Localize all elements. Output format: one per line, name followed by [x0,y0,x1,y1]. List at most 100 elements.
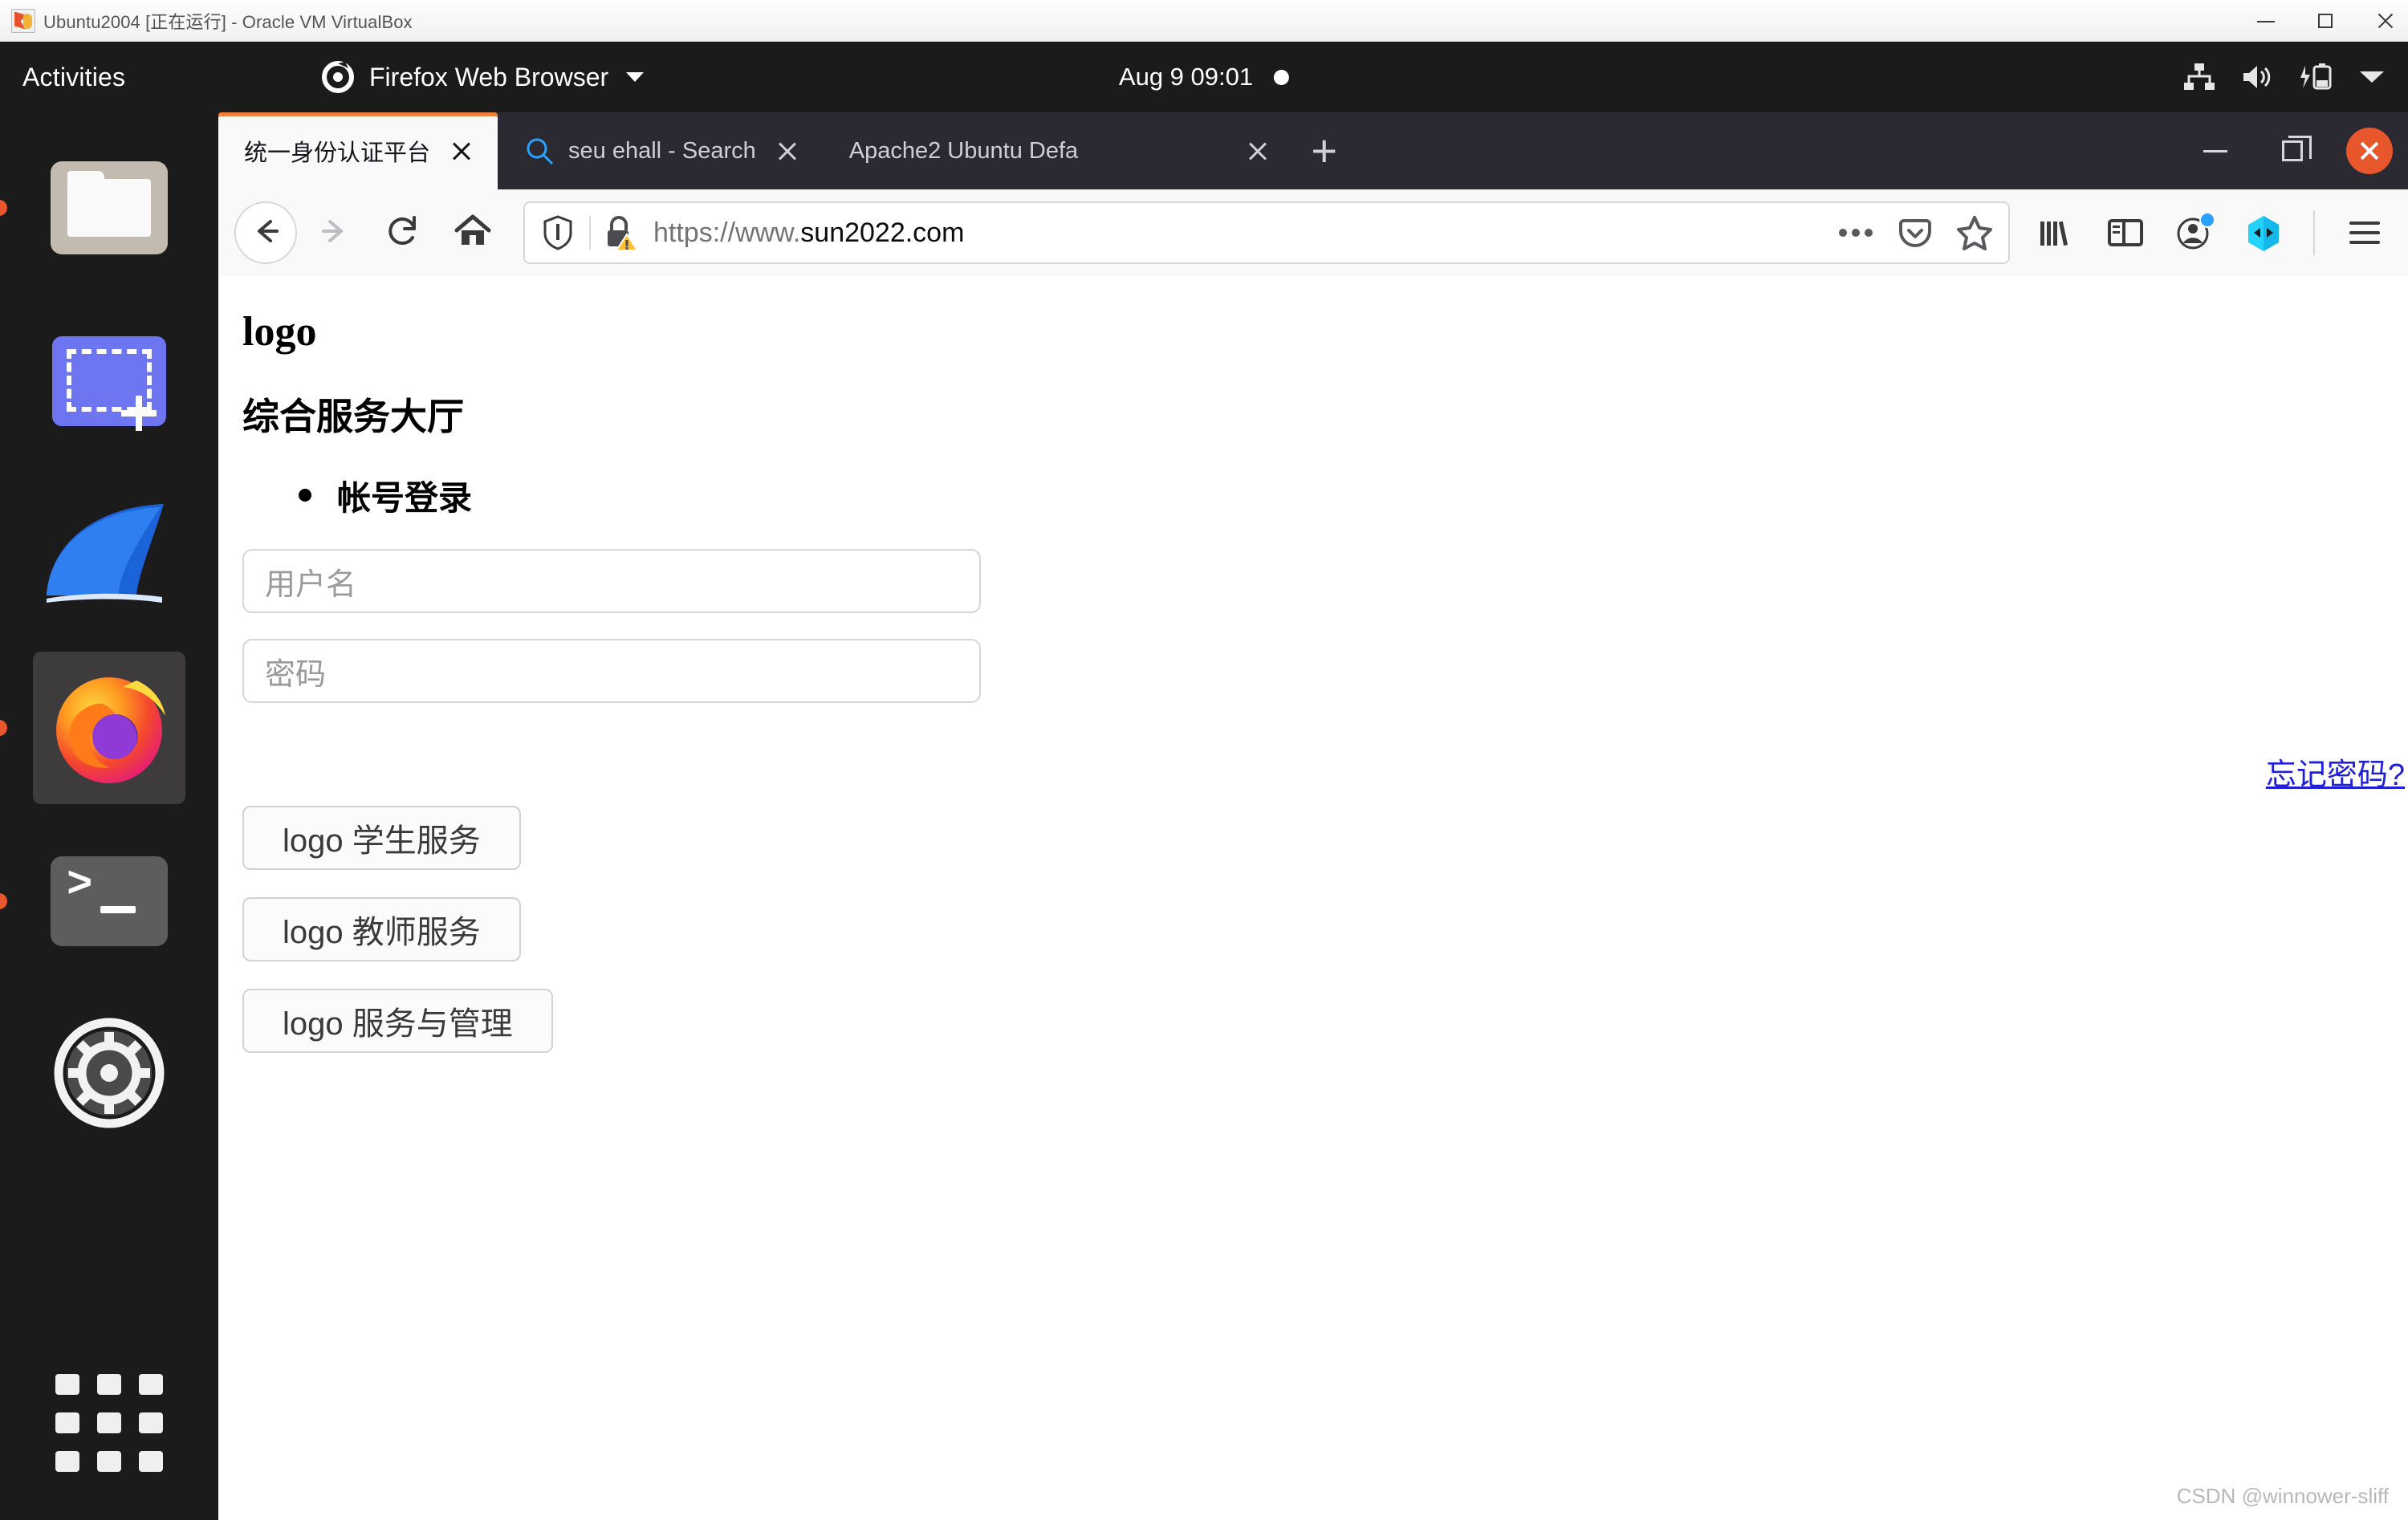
username-placeholder: 用户名 [265,567,357,602]
username-input[interactable]: 用户名 [242,549,981,613]
forward-arrow-icon [317,213,352,253]
back-button[interactable] [234,201,297,264]
sidebar-icon[interactable] [2098,205,2153,260]
tab-label: Apache2 Ubuntu Defa [848,137,1079,164]
search-icon [523,135,555,167]
url-bar-actions [1833,210,1997,255]
clock-label: Aug 9 09:01 [1118,63,1254,91]
watermark: CSDN @winnower-sliff [2176,1484,2389,1508]
network-wired-icon [2183,63,2215,91]
reload-icon [385,213,422,254]
tab-close-icon[interactable] [443,132,480,169]
lock-warning-icon[interactable] [600,212,642,254]
new-tab-button[interactable]: + [1294,112,1355,189]
bookmark-star-icon[interactable] [1952,210,1997,255]
virtualbox-titlebar: Ubuntu2004 [正在运行] - Oracle VM VirtualBox [0,0,2408,42]
tab-unified-auth[interactable]: 统一身份认证平台 [218,112,498,189]
vbox-maximize-button[interactable] [2312,7,2339,35]
reload-button[interactable] [372,201,435,264]
tab-close-icon[interactable] [769,132,806,169]
virtualbox-icon [11,8,35,33]
url-separator [589,216,591,250]
minimize-button[interactable] [2177,112,2254,189]
activities-button[interactable]: Activities [22,63,125,92]
login-mode-list: 帐号登录 [299,471,2408,520]
virtualbox-window-title: Ubuntu2004 [正在运行] - Oracle VM VirtualBox [43,11,413,32]
tab-label: seu ehall - Search [568,137,756,164]
pocket-icon[interactable] [1893,210,1938,255]
service-button-row: logo 服务与管理 [242,989,2408,1080]
firefox-window: 统一身份认证平台 seu ehall - Search Apache2 Ubun… [218,112,2408,1520]
dock-item-terminal[interactable] [0,825,185,977]
list-item-account-login[interactable]: 帐号登录 [299,471,2408,520]
tab-apache2-ubuntu-default[interactable]: Apache2 Ubuntu Defa [824,112,1294,189]
wireshark-shark-fin-icon [42,501,177,609]
clock-area[interactable]: Aug 9 09:01 [1118,63,1290,91]
tab-strip: 统一身份认证平台 seu ehall - Search Apache2 Ubun… [218,112,2408,189]
vbox-minimize-button[interactable] [2252,7,2280,35]
battery-charging-icon [2299,63,2333,91]
navigation-toolbar: https://www.sun2022.com [218,189,2408,276]
extension-hexagon-icon[interactable] [2236,205,2291,260]
url-scheme: https://www. [653,217,801,248]
url-host: sun2022.com [800,217,965,248]
page-actions-ellipsis-icon[interactable] [1833,210,1878,255]
forward-button[interactable] [303,201,366,264]
home-button[interactable] [441,201,504,264]
menu-hamburger-icon[interactable] [2337,205,2392,260]
tab-seu-ehall-search[interactable]: seu ehall - Search [498,112,824,189]
app-menu[interactable]: Firefox Web Browser [321,60,645,94]
firefox-icon [46,663,173,794]
tracking-protection-shield-icon[interactable] [536,211,580,254]
terminal-icon [51,856,168,946]
student-service-button[interactable]: logo 学生服务 [242,806,521,870]
url-text[interactable]: https://www.sun2022.com [653,217,1833,249]
toolbar-separator [2313,210,2315,255]
firefox-window-controls [2177,112,2408,189]
web-page-content: logo 综合服务大厅 帐号登录 用户名 密码 忘记密码? logo 学生服务 [218,276,2408,1520]
dock-item-settings[interactable] [33,998,185,1151]
vbox-close-button[interactable] [2371,7,2398,35]
password-input[interactable]: 密码 [242,639,981,703]
virtualbox-window-controls [2252,0,2398,42]
app-menu-label: Firefox Web Browser [369,62,609,91]
chevron-down-icon [626,72,645,82]
dock-item-screenshot[interactable] [33,305,185,457]
forgot-password-row: 忘记密码? [242,729,2408,806]
running-indicator [0,893,7,909]
page-title: 综合服务大厅 [242,396,464,437]
toolbar-right [2029,205,2392,260]
chevron-down-icon [2358,68,2386,86]
notification-dot-icon [1274,69,1290,85]
page-logo-heading: logo [242,309,317,355]
restore-button[interactable] [2254,112,2331,189]
account-icon[interactable] [2167,205,2222,260]
teacher-service-button[interactable]: logo 教师服务 [242,897,521,961]
ubuntu-dock [0,112,218,1520]
account-notification-badge [2199,212,2215,228]
home-icon [454,213,492,254]
forgot-password-link[interactable]: 忘记密码? [2266,750,2405,794]
service-button-row: logo 学生服务 [242,806,2408,897]
close-button[interactable] [2331,112,2408,189]
volume-icon [2241,63,2273,91]
files-icon [51,161,168,254]
library-icon[interactable] [2029,205,2084,260]
service-button-row: logo 教师服务 [242,897,2408,989]
service-management-button[interactable]: logo 服务与管理 [242,989,553,1053]
tab-close-icon[interactable] [1239,132,1276,169]
running-indicator [0,200,7,216]
gnome-top-bar: Activities Firefox Web Browser Aug 9 09:… [0,42,2408,112]
show-applications-button[interactable] [55,1374,163,1472]
url-bar[interactable]: https://www.sun2022.com [523,201,2010,264]
screenshot-selection-icon [52,336,166,431]
password-placeholder: 密码 [265,657,327,692]
dock-item-wireshark[interactable] [33,478,185,631]
firefox-icon [321,60,355,94]
dock-item-files[interactable] [0,132,185,284]
system-tray[interactable] [2183,63,2386,91]
running-indicator [0,720,7,736]
dock-item-firefox[interactable] [0,652,185,804]
tab-label: 统一身份认证平台 [244,140,431,166]
back-arrow-icon [248,213,283,253]
